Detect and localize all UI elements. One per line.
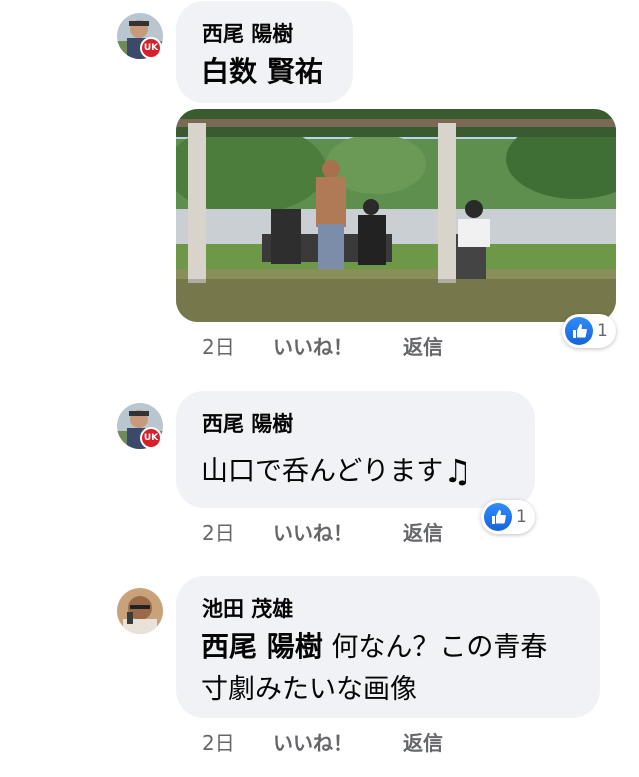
reaction-count: 1: [597, 321, 608, 341]
comment-text-line: 何なん？この青春: [331, 632, 548, 663]
comment-text-line: 寸劇みたいな画像: [201, 674, 417, 705]
comment-author[interactable]: 西尾 陽樹: [202, 18, 293, 48]
reaction-count: 1: [516, 507, 527, 527]
reply-link[interactable]: 返信: [403, 727, 443, 756]
comment-timestamp[interactable]: 2日: [202, 331, 235, 360]
reaction-badge[interactable]: 1: [481, 500, 535, 534]
reply-link[interactable]: 返信: [403, 331, 443, 360]
avatar[interactable]: [117, 588, 163, 634]
mention-link[interactable]: 西尾 陽樹: [201, 630, 323, 663]
like-link[interactable]: いいね！: [273, 517, 353, 546]
reply-link[interactable]: 返信: [403, 517, 443, 546]
like-link[interactable]: いいね！: [273, 727, 353, 756]
comment-text: 西尾 陽樹 何なん？この青春 寸劇みたいな画像: [201, 626, 591, 711]
comment-actions: 2日 いいね！ 返信: [202, 517, 502, 546]
reaction-badge[interactable]: 1: [562, 314, 616, 348]
comment-actions: 2日 いいね！ 返信: [202, 727, 502, 756]
profile-badge-icon: UK: [140, 427, 162, 449]
comment-author[interactable]: 西尾 陽樹: [202, 408, 293, 438]
comment-timestamp[interactable]: 2日: [202, 517, 235, 546]
like-icon: [565, 317, 593, 345]
comment-text: 山口で呑んどります♫: [201, 450, 472, 493]
comment-text-body: 山口で呑んどります: [201, 456, 444, 487]
comment-actions: 2日 いいね！ 返信: [202, 331, 502, 360]
comment-timestamp[interactable]: 2日: [202, 727, 235, 756]
attached-photo[interactable]: [176, 109, 616, 322]
comment-author[interactable]: 池田 茂雄: [202, 593, 293, 623]
comment-text: 白数 賢祐: [201, 55, 323, 88]
music-note-icon: ♫: [443, 452, 472, 490]
like-icon: [484, 503, 512, 531]
profile-badge-icon: UK: [140, 37, 162, 59]
like-link[interactable]: いいね！: [273, 331, 353, 360]
